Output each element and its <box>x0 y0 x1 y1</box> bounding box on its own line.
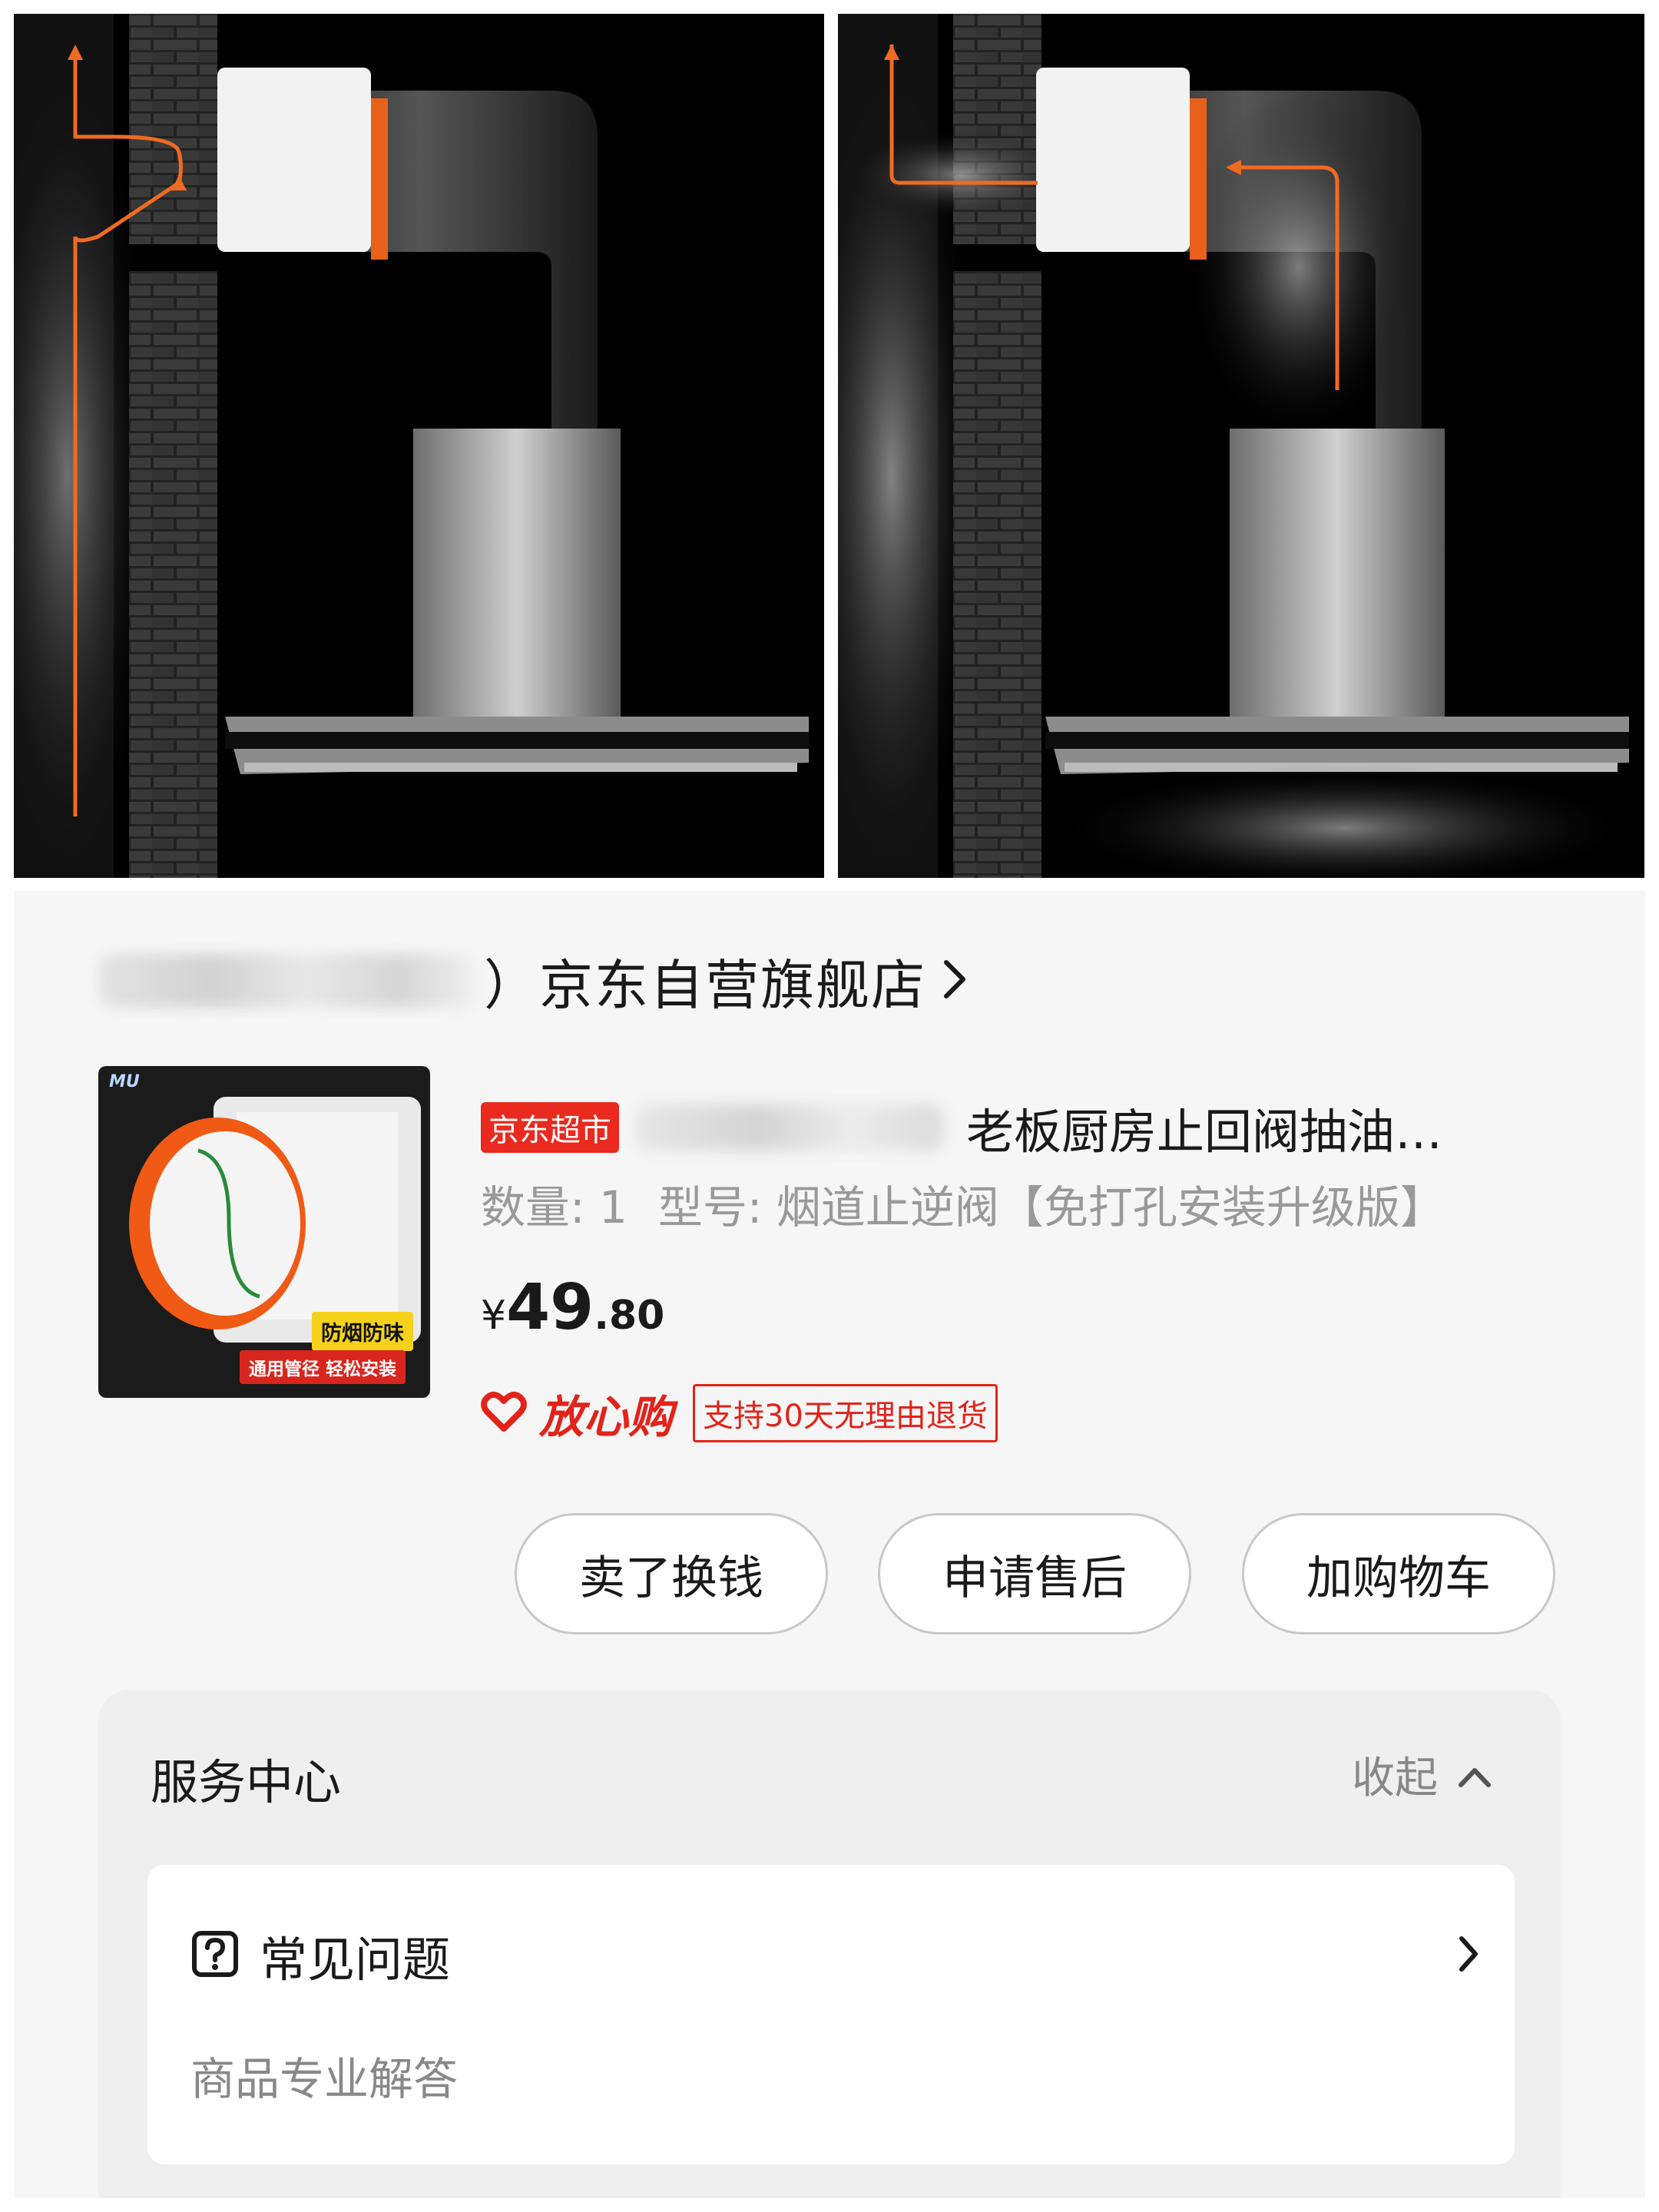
product-price: ¥49.80 <box>481 1271 664 1348</box>
thumbnail-badge-smoke: 防烟防味 <box>312 1312 413 1351</box>
quantity-text: 数量: 1 <box>481 1181 628 1233</box>
service-center: 服务中心 收起 常见问题 商品专业解答 <box>98 1690 1561 2198</box>
product-spec: 数量: 1 型号: 烟道止逆阀【免打孔安装升级版】 <box>481 1173 1445 1234</box>
chevron-up-icon <box>1438 1750 1492 1800</box>
after-sales-button[interactable]: 申请售后 <box>878 1513 1191 1634</box>
faq-card[interactable]: 常见问题 商品专业解答 <box>147 1865 1515 2164</box>
collapse-button[interactable]: 收起 <box>1352 1743 1492 1805</box>
price-decimal: .80 <box>594 1293 665 1339</box>
product-title-row[interactable]: 京东超市 老板厨房止回阀抽油… <box>481 1097 1556 1160</box>
thumbnail-badge-install: 通用管径 轻松安装 <box>240 1350 406 1384</box>
add-to-cart-button[interactable]: 加购物车 <box>1242 1513 1555 1634</box>
price-currency: ¥ <box>481 1293 507 1339</box>
product-thumbnail[interactable]: MU 防烟防味 通用管径 轻松安装 <box>98 1066 430 1398</box>
price-integer: 49 <box>506 1271 594 1344</box>
thumbnail-brand: MU <box>109 1072 140 1091</box>
order-card: ）京东自营旗舰店 MU 防烟防味 通用管径 轻松安装 京东超市 老板厨房止回阀抽… <box>14 891 1645 2198</box>
product-title: 老板厨房止回阀抽油… <box>966 1104 1443 1160</box>
illustration-right <box>838 14 1644 878</box>
service-center-title: 服务中心 <box>151 1754 342 1810</box>
chevron-right-icon <box>1458 1934 1479 1977</box>
chevron-right-icon <box>942 958 968 1004</box>
store-link[interactable]: ）京东自营旗舰店 <box>98 939 968 1023</box>
faq-label: 常见问题 <box>260 1932 451 1988</box>
product-title-redacted <box>636 1104 943 1151</box>
return-policy-badge: 支持30天无理由退货 <box>693 1384 998 1442</box>
illustration-left <box>14 14 824 878</box>
store-name: ）京东自营旗舰店 <box>484 953 926 1017</box>
heart-icon <box>481 1390 527 1436</box>
assurance-label: 放心购 <box>539 1391 674 1443</box>
collapse-label: 收起 <box>1352 1753 1438 1803</box>
model-text: 型号: 烟道止逆阀【免打孔安装升级版】 <box>657 1181 1445 1233</box>
question-box-icon <box>190 1929 240 1982</box>
jd-supermarket-tag: 京东超市 <box>481 1102 619 1153</box>
assurance-row: 放心购 支持30天无理由退货 <box>481 1382 998 1444</box>
store-name-redacted <box>98 954 475 1008</box>
sell-button[interactable]: 卖了换钱 <box>515 1513 828 1634</box>
faq-subtitle: 商品专业解答 <box>190 2053 459 2105</box>
faq-row: 常见问题 <box>190 1925 450 1988</box>
